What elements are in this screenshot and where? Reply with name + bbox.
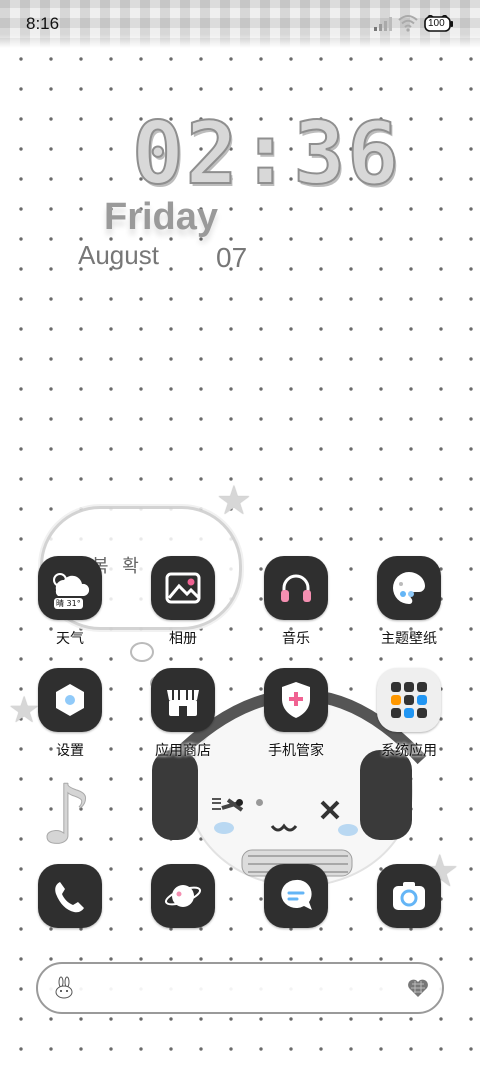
clock-time: 02:36 — [131, 103, 401, 205]
clock-month: August — [78, 240, 159, 270]
gallery-icon — [165, 572, 201, 604]
themes-tile — [377, 556, 441, 620]
search-bar[interactable] — [36, 962, 444, 1014]
settings-tile — [38, 668, 102, 732]
palette-icon — [393, 572, 425, 604]
heart-icon — [408, 979, 428, 997]
dock-camera[interactable] — [369, 864, 449, 928]
battery-level: 100 — [428, 18, 445, 29]
clock-date: 07 — [216, 242, 248, 273]
app-themes[interactable]: 主题壁纸 — [369, 556, 449, 648]
app-music[interactable]: 音乐 — [256, 556, 336, 648]
camera-icon — [393, 882, 425, 910]
camera-tile — [377, 864, 441, 928]
weather-icon — [53, 573, 90, 596]
clock-day: Friday — [104, 196, 219, 238]
music-tile — [264, 556, 328, 620]
gallery-tile — [151, 556, 215, 620]
shield-icon — [282, 682, 310, 718]
weather-tile: 晴 31° — [38, 556, 102, 620]
browser-tile — [151, 864, 215, 928]
app-gallery[interactable]: 相册 — [143, 556, 223, 648]
status-bar: 8:16 100 — [0, 0, 480, 48]
app-label: 音乐 — [282, 631, 310, 647]
app-label: 主题壁纸 — [381, 631, 437, 647]
app-label: 相册 — [169, 631, 197, 647]
messages-icon — [281, 879, 312, 910]
dock-browser[interactable] — [143, 864, 223, 928]
page-indicator-list-icon — [212, 798, 221, 810]
app-store[interactable]: 应用商店 — [143, 668, 223, 760]
headphones-icon — [281, 574, 311, 602]
status-time: 8:16 — [26, 14, 60, 33]
app-label: 系统应用 — [381, 743, 437, 759]
store-tile — [151, 668, 215, 732]
app-system-folder[interactable]: 系统应用 — [369, 668, 449, 760]
app-settings[interactable]: 设置 — [30, 668, 110, 760]
store-icon — [167, 690, 199, 716]
phone-tile — [38, 864, 102, 928]
app-label: 手机管家 — [268, 743, 324, 759]
phone-manager-tile — [264, 668, 328, 732]
app-phone-manager[interactable]: 手机管家 — [256, 668, 336, 760]
wifi-icon — [398, 15, 418, 32]
app-label: 天气 — [56, 631, 84, 647]
dock-messages[interactable] — [256, 864, 336, 928]
page-dot-active — [236, 799, 243, 806]
messages-tile — [264, 864, 328, 928]
music-note-icon: ♪ — [39, 768, 93, 864]
dock-phone[interactable] — [30, 864, 110, 928]
app-label: 应用商店 — [155, 743, 211, 759]
app-weather[interactable]: 晴 31° 天气 — [30, 556, 110, 648]
phone-icon — [55, 882, 84, 913]
page-dot — [256, 799, 263, 806]
page-indicator[interactable] — [212, 796, 272, 810]
browser-icon — [164, 885, 202, 907]
bunny-icon — [55, 976, 73, 999]
signal-icon — [374, 17, 392, 31]
weather-badge: 晴 31° — [54, 598, 83, 609]
settings-icon — [56, 684, 84, 716]
star-icon: ★ — [216, 478, 252, 524]
system-folder-tile — [377, 668, 441, 732]
folder-icon — [391, 682, 427, 718]
app-label: 设置 — [56, 743, 84, 759]
